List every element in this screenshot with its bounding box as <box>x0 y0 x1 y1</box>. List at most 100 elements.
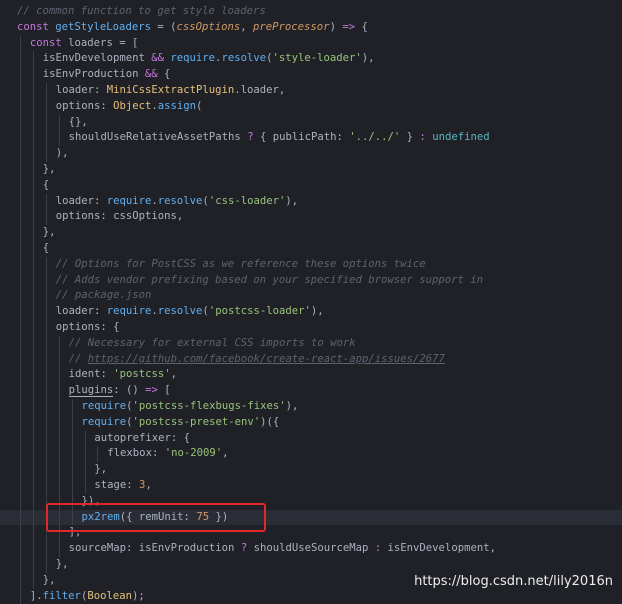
code-token: options: cssOptions, <box>55 210 184 223</box>
code-token: resolve <box>157 194 203 207</box>
indent-guide <box>45 399 47 415</box>
code-text: shouldUseRelativeAssetPaths ? { publicPa… <box>69 130 490 146</box>
code-line[interactable]: }, <box>0 162 622 178</box>
code-text: { <box>43 178 49 194</box>
code-token: preProcessor <box>253 20 330 33</box>
code-line[interactable]: // Necessary for external CSS imports to… <box>0 335 622 352</box>
indent-guide <box>32 209 34 226</box>
indent-guide <box>32 414 34 431</box>
indent-guide <box>58 446 60 463</box>
indent-guide <box>45 130 47 147</box>
code-token: options: <box>55 99 114 112</box>
code-token: https://github.com/facebook/create-react… <box>87 352 445 365</box>
code-line[interactable]: ), <box>0 146 622 162</box>
indent-guide <box>45 367 47 384</box>
indent-guide <box>84 446 86 463</box>
indent-guide <box>32 130 34 147</box>
indent-guide <box>45 304 47 320</box>
code-line[interactable]: isEnvProduction && { <box>0 67 622 83</box>
code-text: ), <box>56 146 69 162</box>
indent-guide <box>32 67 34 83</box>
code-line[interactable]: const getStyleLoaders = (cssOptions, pre… <box>0 20 622 36</box>
code-line[interactable]: }, <box>0 557 622 573</box>
indent-guide <box>32 525 34 542</box>
code-line[interactable]: require('postcss-flexbugs-fixes'), <box>0 399 622 415</box>
code-line[interactable]: stage: 3, <box>0 478 622 494</box>
indent-guide <box>32 367 34 384</box>
code-token: stage: <box>94 479 140 491</box>
indent-guide <box>45 272 47 289</box>
indent-guide <box>32 557 34 573</box>
indent-guide <box>45 446 47 463</box>
indent-guide <box>20 367 21 384</box>
indent-guide <box>45 256 47 273</box>
indent-guide <box>20 399 21 415</box>
indent-guide <box>32 146 34 162</box>
code-line[interactable]: const loaders = [ <box>0 35 622 52</box>
indent-guide <box>32 256 34 273</box>
code-text: loader: require.resolve('postcss-loader'… <box>56 304 324 320</box>
indent-guide <box>20 288 21 305</box>
indent-guide <box>45 351 47 368</box>
code-token: options: { <box>55 321 120 333</box>
code-line[interactable]: loader: require.resolve('postcss-loader'… <box>0 304 622 320</box>
code-token: { <box>42 242 50 254</box>
indent-guide <box>45 209 47 226</box>
indent-guide <box>58 114 60 131</box>
code-token: } <box>400 131 420 144</box>
indent-guide <box>58 478 60 494</box>
code-text: autoprefixer: { <box>94 431 190 447</box>
code-line[interactable]: // https://github.com/facebook/create-re… <box>0 351 622 368</box>
indent-guide <box>32 541 34 557</box>
indent-guide <box>20 509 21 526</box>
code-token: resolve <box>221 52 267 65</box>
indent-guide <box>32 304 34 320</box>
code-line[interactable]: autoprefixer: { <box>0 430 622 447</box>
code-line[interactable]: { <box>0 177 622 194</box>
indent-guide <box>32 572 34 589</box>
code-text: stage: 3, <box>94 478 151 494</box>
code-line[interactable]: { <box>0 241 622 257</box>
code-line[interactable]: options: { <box>0 320 622 336</box>
indent-guide <box>20 351 21 368</box>
indent-guide <box>20 478 21 494</box>
code-line[interactable]: }, <box>0 462 622 478</box>
indent-guide <box>32 272 34 289</box>
code-line[interactable]: // Options for PostCSS as we reference t… <box>0 256 622 273</box>
indent-guide <box>20 588 21 604</box>
code-text: // https://github.com/facebook/create-re… <box>69 352 445 368</box>
code-line[interactable]: plugins: () => [ <box>0 383 622 399</box>
code-line[interactable]: require('postcss-preset-env')({ <box>0 414 622 431</box>
code-line[interactable]: options: cssOptions, <box>0 209 622 226</box>
code-line[interactable]: options: Object.assign( <box>0 98 622 115</box>
code-token: // Necessary for external CSS imports to… <box>68 336 356 349</box>
code-line[interactable]: isEnvDevelopment && require.resolve('sty… <box>0 51 622 68</box>
code-line[interactable]: // Adds vendor prefixing based on your s… <box>0 272 622 289</box>
code-text: ident: 'postcss', <box>69 367 177 383</box>
code-line[interactable]: flexbox: 'no-2009', <box>0 446 622 463</box>
indent-guide <box>20 35 21 52</box>
indent-guide <box>20 146 21 162</box>
code-line[interactable]: }, <box>0 225 622 241</box>
indent-guide <box>45 430 47 447</box>
indent-guide <box>20 572 21 589</box>
code-token: const <box>17 20 56 33</box>
code-line[interactable]: ].filter(Boolean); <box>0 588 622 604</box>
code-token: sourceMap: isEnvProduction <box>68 542 241 555</box>
code-token: { <box>42 178 50 191</box>
code-line[interactable]: // package.json <box>0 288 622 305</box>
indent-guide <box>32 51 34 68</box>
code-line[interactable]: loader: require.resolve('css-loader'), <box>0 193 622 210</box>
indent-guide <box>20 430 21 447</box>
code-line[interactable]: sourceMap: isEnvProduction ? shouldUseSo… <box>0 541 622 557</box>
indent-guide <box>45 114 47 131</box>
indent-guide <box>71 478 73 494</box>
code-line[interactable]: // common function to get style loaders <box>0 4 622 20</box>
code-token: loader: <box>55 84 107 96</box>
code-line[interactable]: ident: 'postcss', <box>0 367 622 384</box>
code-line[interactable]: {}, <box>0 114 622 131</box>
code-text: // package.json <box>56 288 152 304</box>
code-line[interactable]: shouldUseRelativeAssetPaths ? { publicPa… <box>0 130 622 147</box>
code-line[interactable]: loader: MiniCssExtractPlugin.loader, <box>0 83 622 99</box>
indent-guide <box>97 446 99 463</box>
